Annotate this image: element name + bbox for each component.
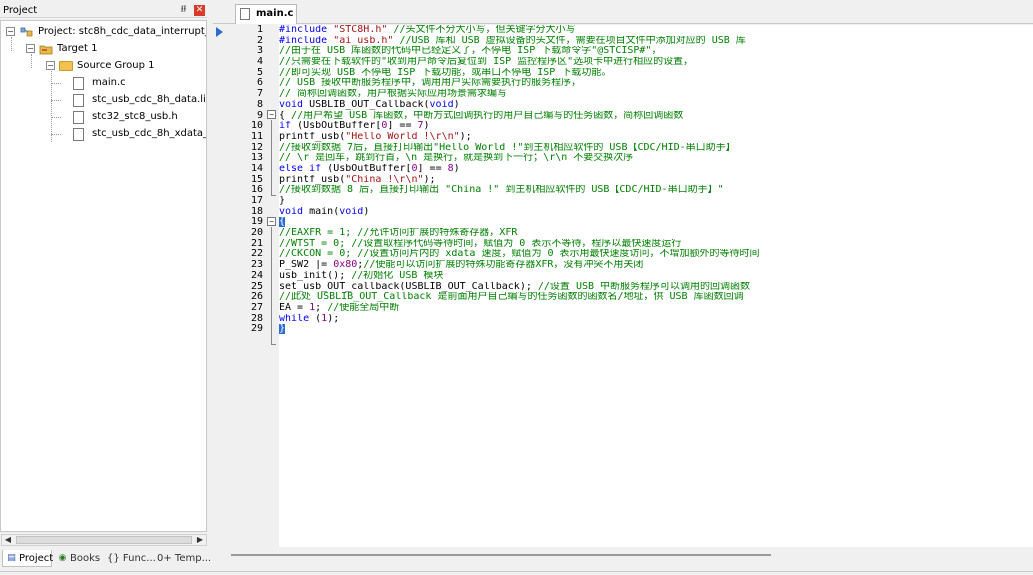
tree-item-label: stc32_stc8_usb.h [92, 111, 178, 122]
editor-tab-bar: main.c [213, 0, 1033, 24]
tab-label: {} Func... [107, 553, 156, 564]
code-line[interactable]: usb_init(); //初始化 USB 模块 [279, 271, 1033, 282]
line-number: 24 [250, 269, 263, 281]
code-line[interactable]: // 简称回调函数，用户根据实际应用场景需求编写 [279, 89, 1033, 100]
status-bar [0, 571, 1033, 575]
code-line[interactable]: //即可实现 USB 不停电 ISP 下载功能，或串口不停电 ISP 下载功能。 [279, 68, 1033, 79]
code-line[interactable]: //只需要在下载软件的"收到用户命令后复位到 ISP 监控程序区"选项卡中进行相… [279, 57, 1033, 68]
code-line[interactable]: } [279, 196, 1033, 207]
file-icon [73, 94, 84, 107]
code-line[interactable]: // USB 接收中断服务程序中，调用用户实际需要执行的服务程序， [279, 78, 1033, 89]
line-number: 27 [250, 301, 263, 313]
code-line[interactable]: //接收到数据 8 后，直接打印输出 "China !" 到主机相应软件的 US… [279, 185, 1033, 196]
code-line[interactable]: { [279, 217, 1033, 228]
close-icon[interactable]: ✕ [194, 5, 205, 16]
pin-icon[interactable]: ⭿ [178, 5, 189, 16]
code-line[interactable]: set_usb_OUT_callback(USBLIB_OUT_Callback… [279, 282, 1033, 293]
line-number: 29 [250, 323, 263, 335]
tab-label: Project [19, 553, 54, 564]
code-line[interactable]: //CKCON = 0; //设置访问片内的 xdata 速度，赋值为 0 表示… [279, 249, 1033, 260]
code-line[interactable]: printf_usb("Hello World !\r\n"); [279, 132, 1033, 143]
tree-item-source-group[interactable]: − Source Group 1 [1, 58, 206, 74]
code-line[interactable]: void main(void) [279, 207, 1033, 218]
tab-templates[interactable]: 0+ Temp... [154, 550, 212, 567]
file-icon [73, 128, 84, 141]
file-icon [73, 111, 84, 124]
code-line[interactable]: //WTST = 0; //设置取程序代码等待时间，赋值为 0 表示不等待，程序… [279, 239, 1033, 250]
fold-toggle[interactable]: − [267, 217, 276, 226]
code-line[interactable]: if (UsbOutBuffer[0] == 7) [279, 121, 1033, 132]
tab-functions[interactable]: {} Func... [103, 550, 156, 567]
tree-item-label: Source Group 1 [77, 60, 155, 71]
books-icon: ◉ [58, 553, 67, 563]
editor-horizontal-scrollbar[interactable] [213, 548, 1033, 560]
code-line[interactable]: #include "STC8H.h" //头文件不分大小写，但关键字分大小写 [279, 25, 1033, 36]
tree-item-label: main.c [92, 77, 126, 88]
line-numbers: 1 2 3 4 5 6 7 8 9 10 11 12 13 14 15 16 17 18 19 20 21 22 23 24 2… [227, 24, 263, 335]
folder-icon [59, 61, 73, 71]
project-tree-horizontal-scrollbar[interactable]: ◀ ▶ [1, 534, 207, 546]
tree-item-project[interactable]: − Project: stc8h_cdc_data_interrupt_de [1, 24, 207, 40]
project-panel-header: Project ⭿ ✕ [0, 4, 207, 18]
tree-item-target[interactable]: − Target 1 [1, 41, 206, 57]
file-icon [240, 8, 250, 20]
code-line[interactable]: //此处 USBLIB_OUT_Callback 是前面用户自己编写的任务函数的… [279, 292, 1033, 303]
scrollbar-thumb[interactable] [231, 554, 771, 556]
target-icon [39, 45, 53, 55]
tree-item-label: Project: stc8h_cdc_data_interrupt_de [38, 26, 207, 37]
project-tree: − Project: stc8h_cdc_data_interrupt_de −… [0, 20, 207, 532]
fold-toggle[interactable]: − [267, 110, 276, 119]
project-tab-icon: ▤ [7, 553, 16, 563]
tab-books[interactable]: ◉ Books [54, 550, 101, 567]
tree-item-file[interactable]: stc_usb_cdc_8h_data.lib [1, 92, 207, 108]
code-line[interactable]: void USBLIB_OUT_Callback(void) [279, 100, 1033, 111]
code-line[interactable]: P_SW2 |= 0x80;//使能可以访问扩展的特殊功能寄存器XFR，没有冲突… [279, 260, 1033, 271]
code-line[interactable]: //EAXFR = 1; //允许访问扩展的特殊寄存器，XFR [279, 228, 1033, 239]
tree-item-label: stc_usb_cdc_8h_xdata_bl [92, 128, 207, 139]
tab-label: Books [70, 553, 101, 564]
code-line[interactable]: // \r 是回车，跳到行首，\n 是换行，就是换到下一行；\r\n 不要交换次… [279, 153, 1033, 164]
line-number: 11 [250, 130, 263, 142]
collapse-toggle-target[interactable]: − [26, 44, 35, 53]
project-panel: Project ⭿ ✕ − Project: stc8h_cdc_data_in… [0, 0, 212, 575]
tab-label: main.c [256, 8, 294, 19]
tree-item-label: stc_usb_cdc_8h_data.lib [92, 94, 207, 105]
code-line[interactable]: } [279, 324, 1033, 335]
code-line[interactable]: //接收到数据 7后，直接打印输出"Hello World !"到主机相应软件的… [279, 143, 1033, 154]
scroll-right-icon[interactable]: ▶ [194, 535, 206, 545]
collapse-toggle-source-group[interactable]: − [46, 61, 55, 70]
code-line[interactable]: printf_usb("China !\r\n"); [279, 175, 1033, 186]
file-icon [73, 77, 84, 90]
line-number: 8 [256, 98, 263, 110]
tab-main-c[interactable]: main.c [235, 4, 297, 24]
scrollbar-thumb[interactable] [16, 536, 192, 544]
code-line[interactable]: EA = 1; //使能全局中断 [279, 303, 1033, 314]
code-line[interactable]: else if (UsbOutBuffer[0] == 8) [279, 164, 1033, 175]
project-panel-title: Project [3, 5, 38, 16]
tree-item-file[interactable]: main.c [1, 75, 206, 91]
editor-gutter: 1 2 3 4 5 6 7 8 9 10 11 12 13 14 15 16 17 18 19 20 21 22 23 24 2… [213, 24, 276, 547]
code-area[interactable]: #include "STC8H.h" //头文件不分大小写，但关键字分大小写 #i… [279, 25, 1033, 547]
code-line[interactable]: { //用户希望 USB 库函数，中断方式回调执行的用户自己编写的任务函数，简称… [279, 111, 1033, 122]
tab-label: 0+ Temp... [157, 553, 212, 564]
breakpoint-column[interactable] [213, 25, 227, 547]
scroll-left-icon[interactable]: ◀ [2, 535, 14, 545]
code-line[interactable]: //由于在 USB 库函数的代码中已经定义了，不停电 ISP 下载命令字"@ST… [279, 46, 1033, 57]
project-icon [20, 27, 33, 37]
current-line-arrow-icon [216, 27, 223, 37]
tree-item-file[interactable]: stc32_stc8_usb.h [1, 109, 206, 125]
tab-project[interactable]: ▤ Project [2, 550, 54, 567]
tree-item-label: Target 1 [57, 43, 98, 54]
code-line[interactable]: while (1); [279, 314, 1033, 325]
code-line[interactable]: #include "ai_usb.h" //USB 库和 USB 虚拟设备的头文… [279, 36, 1033, 47]
editor-pane: main.c 1 2 3 4 5 6 7 8 9 10 11 12 13 14 15 16 17 18 19 20 21… [213, 0, 1033, 575]
project-panel-tabs: ▤ Project ◉ Books {} Func... 0+ Temp... [0, 548, 212, 570]
collapse-toggle-project[interactable]: − [6, 27, 15, 36]
tree-item-file[interactable]: stc_usb_cdc_8h_xdata_bl [1, 126, 207, 142]
